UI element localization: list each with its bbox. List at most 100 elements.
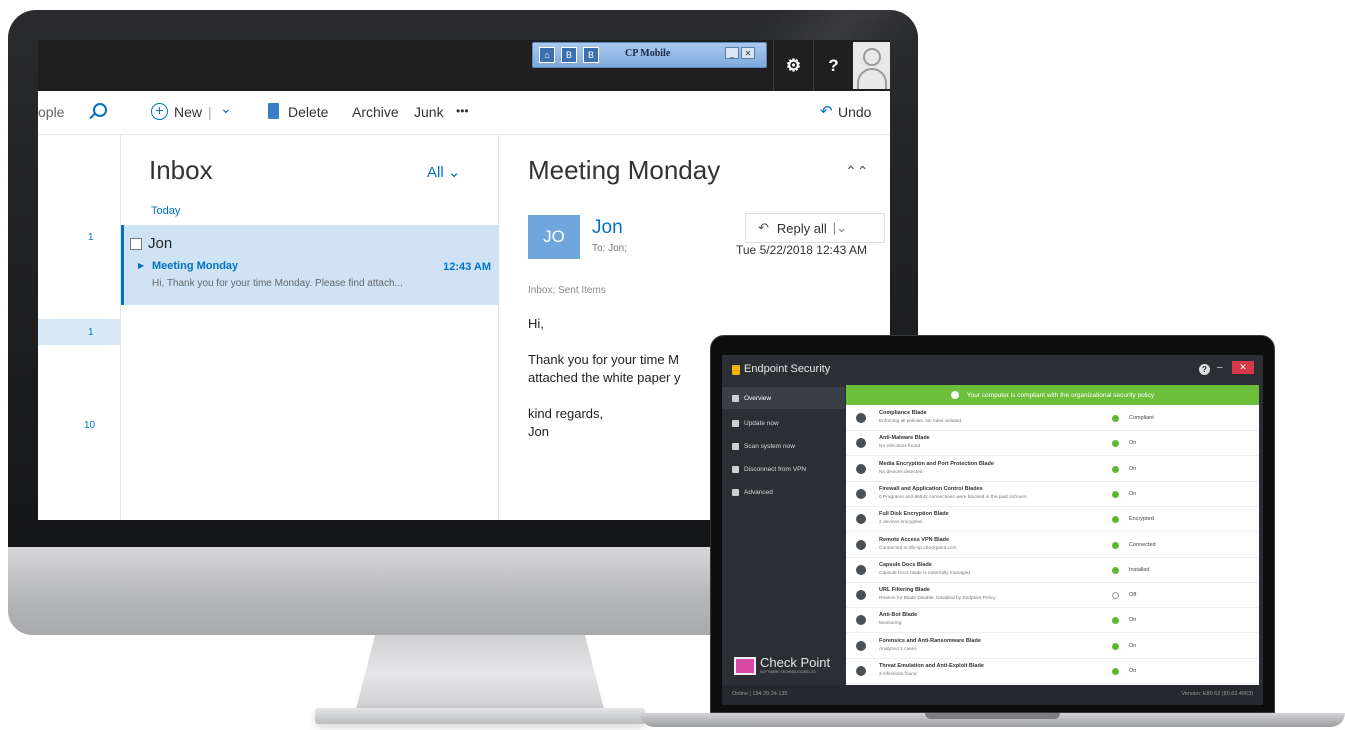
blade-row[interactable]: Forensics and Anti-Ransomware Blade Analy… (846, 634, 1259, 659)
status-indicator-icon (1112, 566, 1119, 574)
blade-status: On (1129, 490, 1137, 497)
folder-unread-count[interactable]: 1 (88, 327, 94, 338)
email-date: Tue 5/22/2018 12:43 AM (736, 243, 867, 257)
chevron-down-icon: ⌄ (447, 164, 461, 181)
search-icon[interactable] (93, 103, 107, 117)
gear-icon (732, 488, 739, 496)
new-button[interactable]: New (174, 104, 202, 120)
blade-status: On (1129, 617, 1137, 624)
avatar[interactable] (853, 42, 890, 89)
lock-icon (732, 365, 740, 375)
minimize-button[interactable]: – (1217, 362, 1223, 373)
disconnect-icon (732, 465, 739, 473)
blade-status: On (1129, 440, 1137, 447)
cp-mobile-minimize-button[interactable]: _ (725, 47, 739, 59)
blade-icon (856, 463, 866, 474)
help-button[interactable]: ? (813, 40, 853, 91)
recipient-line: To: Jon; (592, 243, 628, 254)
close-button[interactable]: ✕ (1232, 361, 1254, 374)
sidebar-item-scan[interactable]: Scan system now (722, 435, 845, 457)
status-indicator-icon (1112, 440, 1119, 448)
connection-status: Online | 194.29.24.135 (732, 691, 788, 697)
home-icon (732, 394, 739, 402)
avatar-head-icon (863, 48, 881, 66)
check-circle-icon (950, 391, 959, 399)
sidebar-item-label: Scan system now (744, 442, 795, 450)
new-plus-icon[interactable]: + (151, 103, 168, 120)
blade-row[interactable]: Media Encryption and Port Protection Bla… (846, 457, 1259, 482)
more-options-button[interactable]: ••• (456, 104, 469, 118)
sender-avatar: JO (528, 215, 580, 259)
blade-row[interactable]: Full Disk Encryption Blade 2 devices encr… (846, 507, 1259, 533)
list-item[interactable]: Jon ▶ Meeting Monday 12:43 AM Hi, Thank … (121, 225, 499, 305)
help-button[interactable]: ? (1199, 364, 1210, 375)
reply-all-button[interactable]: ↶ Reply all |⌄ (745, 213, 885, 243)
blade-description: 2 infections found (879, 672, 917, 677)
reply-options-chevron-icon[interactable]: |⌄ (833, 220, 847, 236)
message-preview: Hi, Thank you for your time Monday. Plea… (152, 278, 403, 289)
sidebar-item-advanced[interactable]: Advanced (722, 481, 845, 503)
sidebar-item-update[interactable]: Update now (722, 412, 845, 434)
folder-unread-count[interactable]: 10 (84, 420, 95, 431)
folder-selected-row[interactable] (38, 319, 120, 345)
blade-row[interactable]: Anti-Malware Blade No infections found On (846, 431, 1259, 457)
blade-icon (856, 438, 866, 449)
status-indicator-icon (1112, 516, 1119, 524)
status-indicator-icon (1112, 668, 1119, 675)
blade-row[interactable]: Anti-Bot Blade Monitoring On (846, 608, 1259, 634)
sidebar-item-vpn[interactable]: Disconnect from VPN (722, 458, 845, 480)
check-point-logo-mark (734, 657, 756, 675)
delete-button[interactable]: Delete (288, 104, 328, 120)
blade-row[interactable]: URL Filtering Blade Reason for Blade Disa… (846, 583, 1259, 609)
sender-name[interactable]: Jon (592, 217, 623, 239)
status-indicator-icon (1112, 592, 1119, 600)
sidebar-item-label: Overview (744, 394, 772, 402)
blade-name: Threat Emulation and Anti-Exploit Blade (879, 663, 984, 669)
status-indicator-icon (1112, 415, 1119, 422)
cp-mobile-close-button[interactable]: ✕ (741, 47, 755, 59)
blade-icon (856, 413, 866, 423)
sidebar-item-overview[interactable]: Overview (722, 387, 845, 409)
undo-button[interactable]: Undo (838, 104, 871, 120)
blade-status: Connected (1129, 541, 1156, 548)
chevron-down-icon[interactable]: ⌄ (220, 100, 232, 117)
cp-mobile-bar[interactable]: ⌂ B B CP Mobile _ ✕ (532, 42, 767, 68)
blade-row[interactable]: Compliance Blade Enforcing all policies. … (846, 406, 1259, 431)
blade-name: Media Encryption and Port Protection Bla… (879, 460, 994, 467)
message-checkbox[interactable] (130, 238, 142, 250)
undo-icon[interactable]: ↶ (820, 102, 833, 120)
blade-row[interactable]: Threat Emulation and Anti-Exploit Blade 2… (846, 659, 1259, 684)
expand-arrow-icon[interactable]: ▶ (138, 261, 144, 270)
compliance-banner: Your computer is compliant with the orga… (846, 385, 1259, 405)
search-people-fragment[interactable]: ople (38, 104, 64, 120)
filter-dropdown[interactable]: All ⌄ (427, 163, 460, 181)
app-icon-b2[interactable]: B (583, 47, 599, 63)
trash-icon[interactable] (268, 103, 279, 119)
app-icon-b1[interactable]: B (561, 47, 577, 63)
monitor-stand-base (315, 708, 645, 724)
folder-unread-count[interactable]: 1 (88, 232, 94, 243)
filter-label: All (427, 164, 444, 181)
blade-row[interactable]: Capsule Docs Blade Capsule Docs blade is … (846, 558, 1259, 583)
blade-icon (856, 488, 866, 499)
blade-row[interactable]: Firewall and Application Control Blades 0… (846, 482, 1259, 507)
blade-status-panel: Your computer is compliant with the orga… (846, 385, 1259, 685)
gear-icon[interactable]: ⚙ (773, 40, 813, 91)
blade-description: 2 devices encrypted. (879, 520, 923, 526)
laptop-notch (925, 713, 1060, 719)
monitor-stand-neck (355, 635, 605, 713)
blade-row[interactable]: Remote Access VPN Blade Connected to dfv-… (846, 533, 1259, 558)
refresh-icon (732, 419, 739, 427)
collapse-icon[interactable]: ⌃⌃ (845, 163, 868, 180)
blade-status: Installed (1129, 566, 1150, 573)
message-sender: Jon (148, 235, 173, 252)
archive-button[interactable]: Archive (352, 104, 399, 120)
blade-icon (856, 666, 866, 676)
junk-button[interactable]: Junk (414, 104, 444, 120)
blade-status: Compliant (1129, 415, 1154, 421)
message-time: 12:43 AM (443, 261, 491, 273)
home-icon[interactable]: ⌂ (539, 47, 555, 63)
blade-icon (856, 564, 866, 575)
status-indicator-icon (1112, 541, 1119, 549)
blade-status: On (1129, 465, 1137, 472)
